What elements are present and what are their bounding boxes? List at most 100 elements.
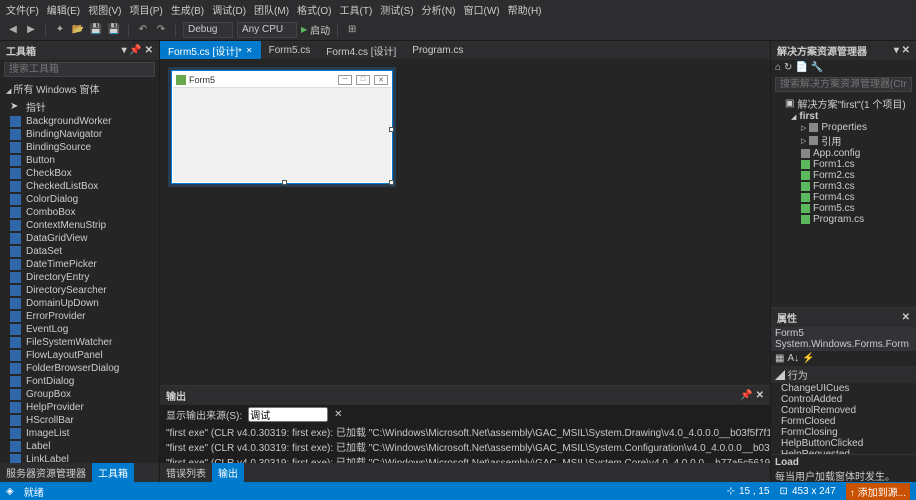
solution-node[interactable]: Form5.cs bbox=[775, 203, 912, 214]
close-tab-icon[interactable]: ✕ bbox=[246, 46, 253, 55]
toolbox-item[interactable]: DataSet bbox=[0, 245, 159, 258]
redo-icon[interactable]: ↷ bbox=[154, 23, 168, 37]
solution-search-input[interactable] bbox=[775, 77, 912, 92]
solution-root[interactable]: ▣解决方案"first"(1 个项目) bbox=[775, 96, 912, 111]
menu-item[interactable]: 文件(F) bbox=[6, 2, 39, 17]
alpha-icon[interactable]: A↓ bbox=[787, 353, 799, 364]
menu-item[interactable]: 项目(P) bbox=[129, 2, 162, 17]
property-category[interactable]: ◢ 行为 bbox=[771, 366, 916, 383]
config-dropdown[interactable] bbox=[183, 22, 233, 38]
toolbox-item[interactable]: GroupBox bbox=[0, 388, 159, 401]
toolbox-item[interactable]: FlowLayoutPanel bbox=[0, 349, 159, 362]
menu-item[interactable]: 帮助(H) bbox=[508, 2, 542, 17]
refresh-icon[interactable]: ↻ bbox=[784, 62, 792, 73]
start-debug-button[interactable]: 启动 bbox=[301, 22, 330, 37]
undo-icon[interactable]: ↶ bbox=[136, 23, 150, 37]
toolbox-item[interactable]: HelpProvider bbox=[0, 401, 159, 414]
toolbox-item[interactable]: BindingNavigator bbox=[0, 128, 159, 141]
resize-handle[interactable] bbox=[389, 180, 394, 185]
menu-item[interactable]: 团队(M) bbox=[254, 2, 289, 17]
error-list-tab[interactable]: 错误列表 bbox=[160, 463, 212, 482]
toolbox-item[interactable]: BackgroundWorker bbox=[0, 115, 159, 128]
solution-node[interactable]: Form4.cs bbox=[775, 192, 912, 203]
project-node[interactable]: ◢first bbox=[775, 111, 912, 122]
tool-icon[interactable]: ⊞ bbox=[345, 23, 359, 37]
property-row[interactable]: ControlRemoved bbox=[771, 405, 916, 416]
solution-node[interactable]: Program.cs bbox=[775, 214, 912, 225]
menu-item[interactable]: 格式(O) bbox=[297, 2, 331, 17]
toolbox-item[interactable]: Label bbox=[0, 440, 159, 453]
clear-icon[interactable]: ✕ bbox=[334, 409, 342, 420]
output-source-dropdown[interactable] bbox=[248, 407, 328, 422]
toolbox-item[interactable]: DomainUpDown bbox=[0, 297, 159, 310]
toolbox-item[interactable]: ComboBox bbox=[0, 206, 159, 219]
menu-item[interactable]: 测试(S) bbox=[380, 2, 413, 17]
nav-fwd-icon[interactable]: ▶ bbox=[24, 23, 38, 37]
toolbox-item[interactable]: Button bbox=[0, 154, 159, 167]
toolbox-item[interactable]: ContextMenuStrip bbox=[0, 219, 159, 232]
show-all-icon[interactable]: 📄 bbox=[795, 62, 807, 73]
toolbox-item[interactable]: FileSystemWatcher bbox=[0, 336, 159, 349]
toolbox-item[interactable]: ColorDialog bbox=[0, 193, 159, 206]
menu-item[interactable]: 工具(T) bbox=[340, 2, 373, 17]
toolbox-item[interactable]: BindingSource bbox=[0, 141, 159, 154]
property-row[interactable]: ControlAdded bbox=[771, 394, 916, 405]
toolbox-item[interactable]: ImageList bbox=[0, 427, 159, 440]
new-icon[interactable]: ✦ bbox=[53, 23, 67, 37]
events-icon[interactable]: ⚡ bbox=[802, 353, 814, 364]
editor-tab[interactable]: Form4.cs [设计] bbox=[318, 41, 404, 59]
solution-node[interactable]: ▷引用 bbox=[775, 133, 912, 148]
property-row[interactable]: FormClosed bbox=[771, 416, 916, 427]
property-object[interactable]: Form5 System.Windows.Forms.Form bbox=[771, 327, 916, 351]
property-row[interactable]: ChangeUICues bbox=[771, 383, 916, 394]
solution-node[interactable]: Form3.cs bbox=[775, 181, 912, 192]
toolbox-group[interactable]: 所有 Windows 窗体 bbox=[0, 79, 159, 98]
solution-node[interactable]: ▷Properties bbox=[775, 122, 912, 133]
save-all-icon[interactable]: 💾 bbox=[107, 23, 121, 37]
toolbox-item[interactable]: DirectoryEntry bbox=[0, 271, 159, 284]
platform-dropdown[interactable] bbox=[237, 22, 297, 38]
properties-icon[interactable]: 🔧 bbox=[811, 62, 823, 73]
toolbox-item[interactable]: DirectorySearcher bbox=[0, 284, 159, 297]
menu-item[interactable]: 生成(B) bbox=[171, 2, 204, 17]
solution-node[interactable]: Form2.cs bbox=[775, 170, 912, 181]
toolbox-item[interactable]: FolderBrowserDialog bbox=[0, 362, 159, 375]
pin-icon[interactable]: ▾ 📌 ✕ bbox=[122, 45, 153, 56]
toolbox-item[interactable]: LinkLabel bbox=[0, 453, 159, 463]
nav-back-icon[interactable]: ◀ bbox=[6, 23, 20, 37]
property-row[interactable]: HelpButtonClicked bbox=[771, 438, 916, 449]
toolbox-item[interactable]: HScrollBar bbox=[0, 414, 159, 427]
toolbox-item[interactable]: EventLog bbox=[0, 323, 159, 336]
designed-form[interactable]: Form5 ─ □ ✕ bbox=[172, 71, 392, 183]
pin-icon[interactable]: 📌 ✕ bbox=[740, 390, 764, 401]
resize-handle[interactable] bbox=[282, 180, 287, 185]
save-icon[interactable]: 💾 bbox=[89, 23, 103, 37]
toolbox-item[interactable]: CheckBox bbox=[0, 167, 159, 180]
menu-item[interactable]: 分析(N) bbox=[422, 2, 456, 17]
toolbox-item[interactable]: CheckedListBox bbox=[0, 180, 159, 193]
categorized-icon[interactable]: ▦ bbox=[775, 353, 784, 364]
editor-tab[interactable]: Program.cs bbox=[404, 41, 471, 59]
menu-item[interactable]: 视图(V) bbox=[88, 2, 121, 17]
toolbox-item-pointer[interactable]: ➤指针 bbox=[0, 98, 159, 115]
toolbox-item[interactable]: DataGridView bbox=[0, 232, 159, 245]
pin-icon[interactable]: ✕ bbox=[902, 312, 910, 323]
output-tab[interactable]: 输出 bbox=[212, 463, 244, 482]
menu-item[interactable]: 窗口(W) bbox=[464, 2, 500, 17]
toolbox-item[interactable]: DateTimePicker bbox=[0, 258, 159, 271]
home-icon[interactable]: ⌂ bbox=[775, 62, 781, 73]
property-row[interactable]: FormClosing bbox=[771, 427, 916, 438]
menu-item[interactable]: 调试(D) bbox=[212, 2, 246, 17]
toolbox-search-input[interactable] bbox=[4, 62, 155, 77]
menu-item[interactable]: 编辑(E) bbox=[47, 2, 80, 17]
server-explorer-tab[interactable]: 服务器资源管理器 bbox=[0, 463, 92, 482]
editor-tab[interactable]: Form5.cs bbox=[261, 41, 319, 59]
editor-tab[interactable]: Form5.cs [设计]*✕ bbox=[160, 41, 261, 59]
open-icon[interactable]: 📂 bbox=[71, 23, 85, 37]
toolbox-tab[interactable]: 工具箱 bbox=[92, 463, 134, 482]
solution-node[interactable]: App.config bbox=[775, 148, 912, 159]
toolbox-item[interactable]: ErrorProvider bbox=[0, 310, 159, 323]
toolbox-item[interactable]: FontDialog bbox=[0, 375, 159, 388]
pin-icon[interactable]: ▾ ✕ bbox=[894, 45, 910, 56]
solution-node[interactable]: Form1.cs bbox=[775, 159, 912, 170]
